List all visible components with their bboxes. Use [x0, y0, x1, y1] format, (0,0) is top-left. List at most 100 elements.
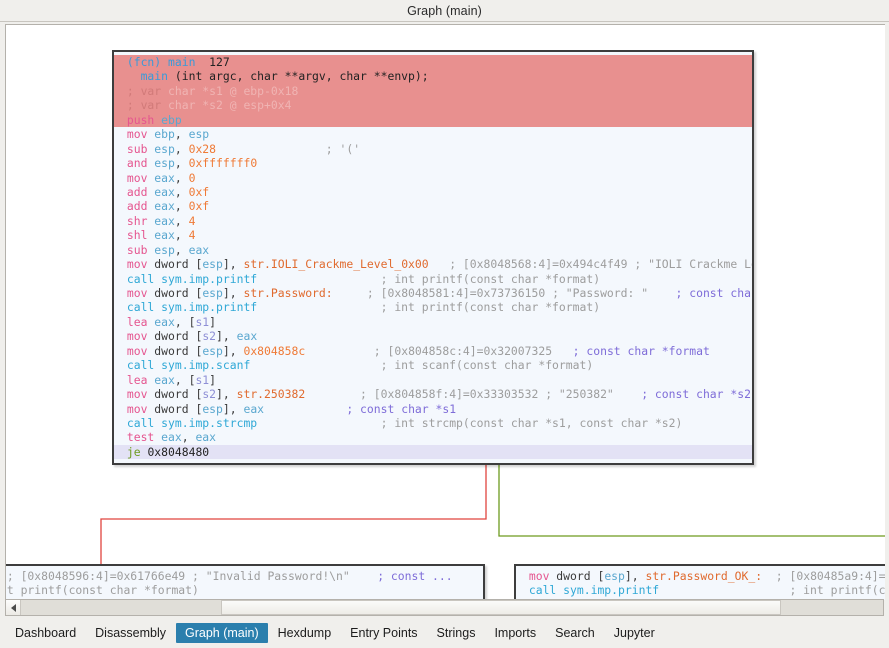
tab-imports[interactable]: Imports: [485, 623, 545, 643]
code-token: str.Password_OK_:: [645, 569, 763, 583]
code-token: eax: [154, 430, 182, 445]
tab-graph-main[interactable]: Graph (main): [176, 623, 268, 643]
code-row[interactable]: mov dword [s2], eax: [114, 329, 752, 343]
code-token: call: [120, 300, 155, 315]
code-row[interactable]: shr eax, 4: [114, 214, 752, 228]
code-row[interactable]: mov dword [esp], str.Password: ; [0x8048…: [114, 286, 752, 300]
bottom-tab-bar[interactable]: Dashboard Disassembly Graph (main) Hexdump E…: [0, 618, 889, 648]
chevron-left-icon: [10, 603, 16, 612]
code-row[interactable]: lea eax, [s1]: [114, 315, 752, 329]
false-edge-path: [100, 465, 487, 565]
code-token: ; var: [120, 83, 169, 98]
code-row[interactable]: ; [0x8048596:4]=0x61766e49 ; "Invalid Pa…: [6, 569, 483, 583]
code-row[interactable]: call sym.imp.printf ; int printf(const c…: [114, 300, 752, 314]
code-token: eax: [147, 199, 175, 214]
code-row[interactable]: add eax, 0xf: [114, 199, 752, 213]
code-token: ,: [174, 141, 189, 156]
tab-dashboard[interactable]: Dashboard: [6, 623, 85, 643]
code-token: 4: [188, 228, 196, 243]
code-token: nt printf(const char *format): [5, 583, 199, 598]
code-row[interactable]: call sym.imp.scanf ; int scanf(const cha…: [114, 358, 752, 372]
code-token: esp: [188, 127, 210, 142]
code-row[interactable]: call sym.imp.printf ; int printf(const c…: [114, 272, 752, 286]
code-row[interactable]: nt printf(const char *format): [5, 583, 483, 598]
code-token: main: [168, 55, 196, 69]
tab-strings[interactable]: Strings: [428, 623, 485, 643]
scrollbar-left-button[interactable]: [6, 600, 21, 615]
code-row[interactable]: mov dword [s2], str.250382 ; [0x804858f:…: [114, 387, 752, 401]
code-row[interactable]: and esp, 0xfffffff0: [114, 156, 752, 170]
code-token: ,: [174, 213, 189, 228]
code-row[interactable]: push ebp: [114, 112, 752, 128]
tab-entry-points[interactable]: Entry Points: [341, 623, 426, 643]
code-token: ,: [174, 156, 189, 171]
code-token: ; '(': [325, 141, 361, 156]
graph-canvas-viewport[interactable]: (fcn) main 127 main (int argc, char **ar…: [5, 24, 885, 600]
invalid-password-block[interactable]: ; [0x8048596:4]=0x61766e49 ; "Invalid Pa…: [5, 564, 485, 600]
scrollbar-thumb[interactable]: [221, 600, 781, 615]
code-token: push: [120, 112, 155, 127]
code-token: 0xf: [188, 199, 210, 214]
code-row[interactable]: ; var char *s1 @ ebp-0x18: [114, 83, 752, 99]
code-token: ; const char *s1: [346, 401, 457, 416]
code-token: ; int printf(cons: [659, 583, 885, 598]
code-row[interactable]: lea eax, [s1]: [114, 373, 752, 387]
code-token: dword [: [147, 343, 203, 358]
code-token: 0x28: [188, 141, 217, 156]
code-row[interactable]: mov dword [esp], str.IOLI_Crackme_Level_…: [114, 257, 752, 271]
code-row[interactable]: je 0x8048480: [114, 444, 752, 460]
code-token: esp: [147, 156, 175, 171]
code-token: mov: [120, 343, 148, 358]
code-token: ; int printf(const char *format): [257, 300, 601, 315]
code-token: mov: [120, 329, 148, 344]
code-row[interactable]: mov dword [esp], eax ; const char *s1: [114, 402, 752, 416]
code-row[interactable]: sub esp, 0x28 ; '(': [114, 142, 752, 156]
code-token: sym.imp.printf: [154, 300, 258, 315]
code-token: str.Password:: [243, 286, 333, 300]
code-token: dword [: [147, 286, 203, 300]
code-row[interactable]: add eax, 0xf: [114, 185, 752, 199]
code-token: ],: [222, 343, 244, 358]
code-token: mov: [120, 286, 148, 300]
code-token: ],: [216, 387, 237, 402]
tab-jupyter[interactable]: Jupyter: [605, 623, 664, 643]
code-row[interactable]: call sym.imp.printf ; int printf(cons: [516, 583, 885, 597]
code-token: ; [0x8048568:4]=0x494c4f49 ; "IOLI Crack…: [449, 257, 752, 272]
code-row[interactable]: sub esp, eax: [114, 243, 752, 257]
code-row[interactable]: main (int argc, char **argv, char **envp…: [114, 69, 752, 84]
code-row[interactable]: test eax, eax: [114, 430, 752, 444]
code-token: ,: [181, 430, 196, 445]
code-token: ; [0x80485a9:4]=0: [762, 569, 885, 583]
tab-search[interactable]: Search: [546, 623, 604, 643]
code-token: ebp: [147, 127, 175, 142]
graph-canvas[interactable]: (fcn) main 127 main (int argc, char **ar…: [6, 25, 885, 600]
code-token: 127: [209, 55, 230, 69]
code-token: test: [120, 430, 155, 445]
scrollbar-track[interactable]: [21, 600, 883, 615]
code-token: eax: [147, 170, 175, 185]
code-row[interactable]: mov dword [esp], str.Password_OK_: ; [0x…: [516, 569, 885, 583]
tab-disassembly[interactable]: Disassembly: [86, 623, 175, 643]
code-row[interactable]: (fcn) main 127: [114, 55, 752, 70]
code-token: dword [: [147, 329, 203, 344]
code-row[interactable]: ; var char *s2 @ esp+0x4: [114, 98, 752, 113]
code-row[interactable]: mov dword [esp], 0x804858c ; [0x804858c:…: [114, 344, 752, 358]
code-row[interactable]: mov ebp, esp: [114, 127, 752, 141]
code-token: sub: [120, 141, 148, 156]
code-token: call: [120, 415, 155, 430]
code-row[interactable]: call sym.imp.strcmp ; int strcmp(const c…: [114, 416, 752, 430]
main-function-block[interactable]: (fcn) main 127 main (int argc, char **ar…: [112, 50, 754, 465]
code-token: ],: [222, 286, 244, 300]
code-token: sym.imp.strcmp: [154, 415, 258, 430]
code-row[interactable]: shl eax, 4: [114, 228, 752, 242]
code-token: call: [120, 358, 155, 373]
horizontal-scrollbar[interactable]: [5, 599, 884, 616]
tab-hexdump[interactable]: Hexdump: [269, 623, 341, 643]
password-ok-block[interactable]: mov dword [esp], str.Password_OK_: ; [0x…: [514, 564, 885, 600]
code-token: s2: [202, 387, 217, 402]
code-token: ; int printf(const char *format): [257, 271, 601, 286]
code-row[interactable]: mov eax, 0: [114, 171, 752, 185]
window-title: Graph (main): [407, 3, 482, 18]
